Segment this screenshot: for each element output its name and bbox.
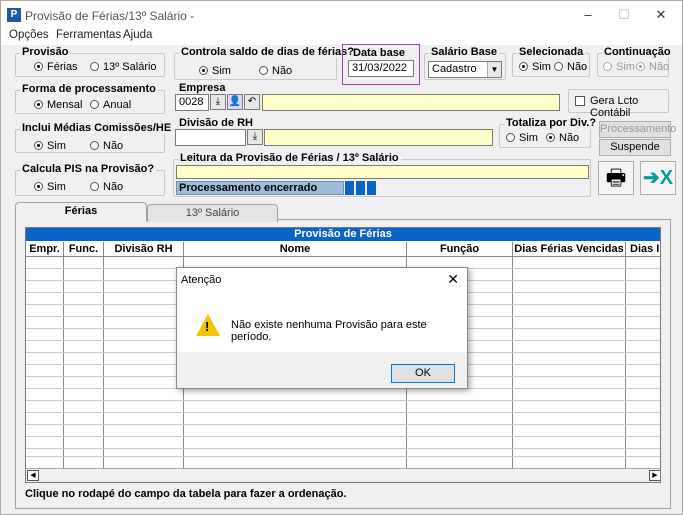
dialog-body: ! Não existe nenhuma Provisão para este … — [177, 292, 467, 352]
totaliza-group: Totaliza por Div.? Sim Não — [499, 117, 599, 148]
tab-ferias[interactable]: Férias — [15, 202, 147, 221]
chevron-down-icon[interactable]: ▼ — [487, 62, 501, 77]
inclui-sim-radio[interactable]: Sim — [34, 140, 66, 152]
empresa-name-field — [262, 94, 560, 111]
column-header[interactable]: Divisão RH — [104, 242, 184, 256]
data-base-input[interactable]: 31/03/2022 — [348, 60, 414, 77]
provisao-13-radio[interactable]: 13º Salário — [90, 61, 157, 73]
forma-anual-radio[interactable]: Anual — [90, 99, 131, 111]
leitura-group: Leitura da Provisão de Férias / 13º Salá… — [173, 152, 591, 197]
leitura-field — [176, 165, 589, 179]
column-header[interactable]: Dias I — [626, 242, 660, 256]
warning-icon: ! — [196, 314, 220, 336]
controla-group: Controla saldo de dias de férias? Sim Nã… — [174, 46, 356, 80]
provisao-group: Provisão Férias 13º Salário — [15, 46, 165, 77]
totaliza-sim-radio[interactable]: Sim — [506, 132, 538, 144]
menu-ajuda[interactable]: Ajuda — [123, 29, 152, 41]
salario-base-select[interactable]: Cadastro ▼ — [428, 61, 502, 78]
suspende-button[interactable]: Suspende — [599, 139, 671, 156]
export-excel-icon[interactable]: ➔X — [640, 161, 676, 195]
column-header[interactable]: Func. — [64, 242, 104, 256]
data-base-title: Data base — [353, 47, 405, 59]
inclui-title: Inclui Médias Comissões/HE — [20, 122, 174, 134]
selecionada-title: Selecionada — [517, 46, 586, 58]
calcula-title: Calcula PIS na Provisão? — [20, 163, 157, 175]
minimize-button[interactable]: – — [576, 5, 600, 25]
totaliza-nao-radio[interactable]: Não — [546, 132, 579, 144]
menu-bar: Opções Ferramentas Ajuda — [1, 29, 682, 45]
column-header[interactable]: Nome — [184, 242, 407, 256]
continuacao-group: Continuação Sim Não — [597, 46, 673, 77]
forma-group: Forma de processamento Mensal Anual — [15, 83, 165, 114]
status-bar: Processamento encerrado — [176, 181, 344, 195]
calcula-nao-radio[interactable]: Não — [90, 181, 123, 193]
dialog-title: Atenção — [181, 274, 222, 286]
footer-hint: Clique no rodapé do campo da tabela para… — [25, 488, 347, 500]
undo-icon[interactable]: ↶ — [244, 94, 260, 110]
leitura-title: Leitura da Provisão de Férias / 13º Salá… — [178, 152, 401, 164]
search-person-icon[interactable]: 👤 — [227, 94, 243, 110]
column-header[interactable]: Dias Férias Vencidas — [513, 242, 626, 256]
calcula-sim-radio[interactable]: Sim — [34, 181, 66, 193]
provisao-title: Provisão — [20, 46, 71, 58]
divisao-name-field — [264, 129, 493, 146]
continuacao-sim-radio[interactable]: Sim — [603, 61, 635, 73]
ok-button[interactable]: OK — [391, 364, 455, 383]
salario-base-title: Salário Base — [429, 46, 500, 58]
horizontal-scrollbar[interactable]: ◀ ▶ — [26, 468, 660, 482]
maximize-button[interactable]: ☐ — [612, 5, 636, 25]
app-icon: P — [7, 8, 21, 22]
close-icon[interactable]: ✕ — [447, 271, 459, 288]
calcula-group: Calcula PIS na Provisão? Sim Não — [15, 163, 165, 196]
controla-nao-radio[interactable]: Não — [259, 65, 292, 77]
window-title: Provisão de Férias/13º Salário - — [25, 9, 195, 23]
scroll-left-icon[interactable]: ◀ — [27, 470, 39, 481]
title-bar: P Provisão de Férias/13º Salário - – ☐ ✕ — [1, 1, 682, 29]
download-icon[interactable]: ⤓ — [247, 129, 263, 145]
empresa-title: Empresa — [179, 82, 226, 94]
tab-13-salario[interactable]: 13º Salário — [147, 204, 278, 222]
gera-group: Gera Lcto Contábil — [568, 89, 669, 119]
scroll-right-icon[interactable]: ▶ — [649, 470, 660, 481]
selecionada-group: Selecionada Sim Não — [512, 46, 590, 77]
continuacao-title: Continuação — [602, 46, 673, 58]
close-button[interactable]: ✕ — [649, 5, 673, 25]
forma-mensal-radio[interactable]: Mensal — [34, 99, 82, 111]
selecionada-nao-radio[interactable]: Não — [554, 61, 587, 73]
menu-opcoes[interactable]: Opções — [9, 29, 49, 41]
download-icon[interactable]: ⤓ — [210, 94, 226, 110]
continuacao-nao-radio[interactable]: Não — [636, 61, 669, 73]
main-window: P Provisão de Férias/13º Salário - – ☐ ✕… — [0, 0, 683, 515]
dialog-message: Não existe nenhuma Provisão para este pe… — [231, 319, 427, 343]
dialog-title-bar: Atenção ✕ — [177, 268, 467, 292]
grid-header: Provisão de Férias — [26, 228, 660, 241]
divisao-code-input[interactable] — [175, 129, 246, 146]
inclui-group: Inclui Médias Comissões/HE Sim Não — [15, 122, 174, 153]
controla-sim-radio[interactable]: Sim — [199, 65, 231, 77]
processamento-button[interactable]: Processamento — [599, 121, 676, 138]
alert-dialog: Atenção ✕ ! Não existe nenhuma Provisão … — [176, 267, 468, 389]
divisao-title: Divisão de RH — [179, 117, 253, 129]
inclui-nao-radio[interactable]: Não — [90, 140, 123, 152]
menu-ferramentas[interactable]: Ferramentas — [56, 29, 121, 41]
printer-icon[interactable]: 🖶 — [598, 161, 634, 195]
selecionada-sim-radio[interactable]: Sim — [519, 61, 551, 73]
column-header[interactable]: Empr. — [26, 242, 64, 256]
gera-checkbox[interactable] — [575, 96, 585, 106]
totaliza-title: Totaliza por Div.? — [504, 117, 599, 129]
controla-title: Controla saldo de dias de férias? — [179, 46, 356, 58]
salario-base-group: Salário Base Cadastro ▼ — [424, 46, 506, 80]
column-header[interactable]: Função — [407, 242, 513, 256]
gera-label: Gera Lcto Contábil — [590, 95, 639, 119]
provisao-ferias-radio[interactable]: Férias — [34, 61, 78, 73]
empresa-code-input[interactable]: 0028 — [175, 94, 209, 111]
forma-title: Forma de processamento — [20, 83, 158, 95]
data-base-highlight: Data base 31/03/2022 — [342, 44, 420, 85]
progress-blocks — [345, 181, 376, 195]
